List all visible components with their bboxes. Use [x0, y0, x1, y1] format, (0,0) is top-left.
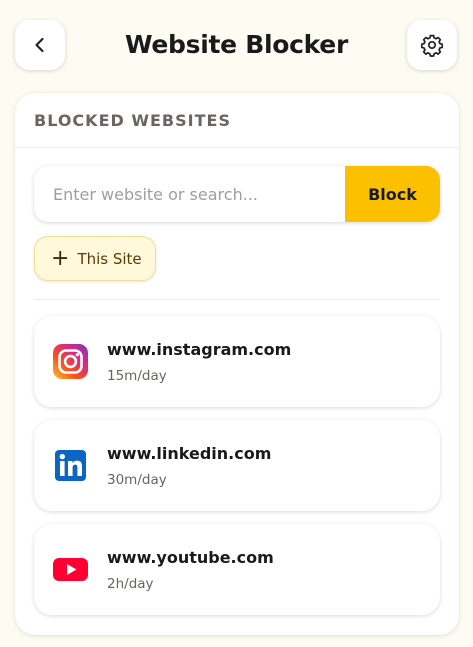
gear-icon	[420, 34, 444, 57]
site-domain: www.youtube.com	[107, 548, 274, 567]
add-this-site-label: This Site	[77, 249, 142, 268]
site-domain: www.instagram.com	[107, 340, 292, 359]
divider	[34, 299, 440, 300]
blocked-site-item[interactable]: www.linkedin.com 30m/day	[34, 420, 440, 511]
site-limit: 2h/day	[107, 576, 154, 592]
plus-icon: +	[51, 245, 70, 271]
page-title: Website Blocker	[125, 30, 348, 59]
instagram-icon	[53, 344, 88, 379]
blocked-site-item[interactable]: www.youtube.com 2h/day	[34, 524, 440, 615]
youtube-icon	[53, 558, 88, 581]
blocked-websites-card: BLOCKED WEBSITES Block + This Site ww	[15, 93, 459, 635]
add-this-site-button[interactable]: + This Site	[34, 236, 156, 281]
section-title: BLOCKED WEBSITES	[34, 111, 231, 130]
settings-button[interactable]	[407, 20, 457, 70]
divider	[15, 147, 459, 148]
search-row: Block	[34, 166, 440, 222]
block-button[interactable]: Block	[345, 166, 440, 222]
blocked-site-item[interactable]: www.instagram.com 15m/day	[34, 316, 440, 407]
site-limit: 15m/day	[107, 368, 167, 384]
site-domain: www.linkedin.com	[107, 444, 272, 463]
header: Website Blocker	[0, 0, 473, 92]
linkedin-icon	[55, 450, 86, 481]
website-input[interactable]	[34, 166, 345, 222]
site-limit: 30m/day	[107, 472, 167, 488]
